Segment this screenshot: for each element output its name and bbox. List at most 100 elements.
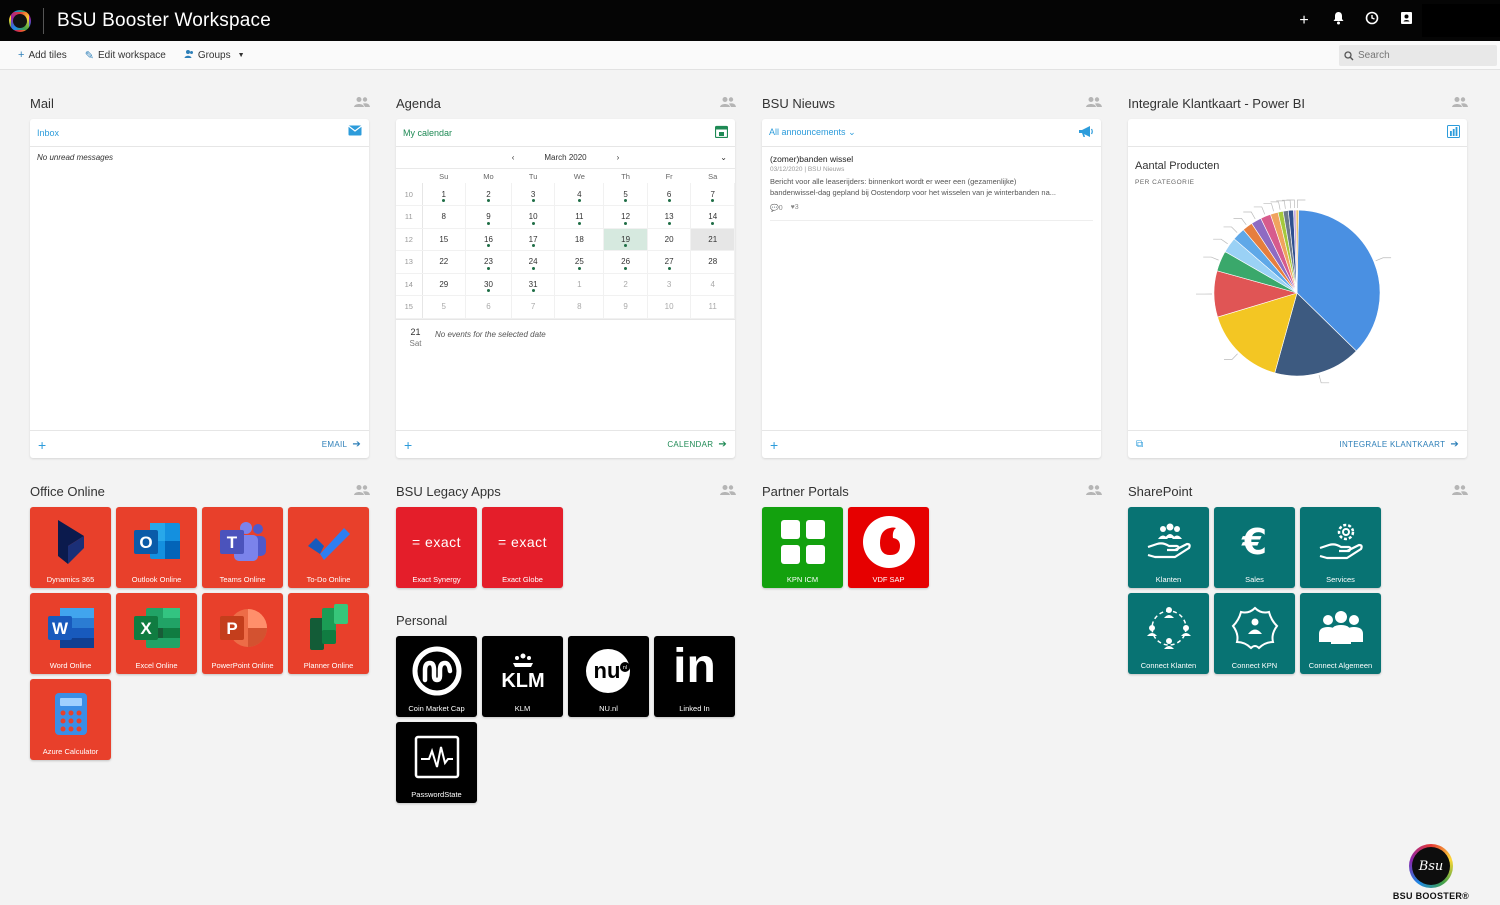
calendar-day[interactable]: 17 bbox=[511, 228, 556, 251]
calendar-day[interactable]: 4 bbox=[690, 273, 735, 296]
contact-card-icon[interactable] bbox=[1398, 11, 1414, 30]
calendar-day[interactable]: 10 bbox=[511, 205, 556, 229]
calendar-day[interactable]: 23 bbox=[465, 250, 512, 274]
calendar-day[interactable]: 13 bbox=[647, 205, 692, 229]
comments-count[interactable]: 💬0 bbox=[770, 204, 783, 212]
calendar-icon[interactable] bbox=[714, 125, 729, 141]
inbox-link[interactable]: Inbox bbox=[37, 128, 59, 138]
calendar-day[interactable]: 12 bbox=[603, 205, 648, 229]
calendar-day[interactable]: 3 bbox=[511, 183, 556, 206]
connect-kpn-tile[interactable]: Connect KPN bbox=[1214, 593, 1295, 674]
calendar-day-selected[interactable]: 21 bbox=[690, 228, 735, 251]
calendar-day[interactable]: 9 bbox=[603, 295, 648, 319]
excel-online-tile[interactable]: X Excel Online bbox=[116, 593, 197, 674]
calendar-day[interactable]: 24 bbox=[511, 250, 556, 274]
calendar-day[interactable]: 5 bbox=[422, 295, 467, 319]
calendar-day[interactable]: 22 bbox=[422, 250, 467, 274]
calendar-day[interactable]: 30 bbox=[465, 273, 512, 296]
calendar-day[interactable]: 11 bbox=[554, 205, 605, 229]
group-users-icon[interactable] bbox=[720, 96, 736, 111]
next-month-button[interactable]: › bbox=[617, 153, 620, 162]
calendar-day[interactable]: 6 bbox=[647, 183, 692, 206]
sales-tile[interactable]: € Sales bbox=[1214, 507, 1295, 588]
powerpoint-online-tile[interactable]: P PowerPoint Online bbox=[202, 593, 283, 674]
calendar-day[interactable]: 6 bbox=[465, 295, 512, 319]
coin-market-cap-tile[interactable]: Coin Market Cap bbox=[396, 636, 477, 717]
add-icon[interactable]: + bbox=[1296, 12, 1312, 30]
planner-online-tile[interactable]: Planner Online bbox=[288, 593, 369, 674]
calendar-day[interactable]: 28 bbox=[690, 250, 735, 274]
pie-chart[interactable] bbox=[1128, 197, 1467, 437]
calendar-day[interactable]: 4 bbox=[554, 183, 605, 206]
exact-globe-tile[interactable]: = exact Exact Globe bbox=[482, 507, 563, 588]
connect-klanten-tile[interactable]: Connect Klanten bbox=[1128, 593, 1209, 674]
bsu-logo-icon[interactable] bbox=[9, 9, 31, 32]
add-tiles-button[interactable]: + Add tiles bbox=[18, 49, 67, 61]
calendar-name[interactable]: My calendar bbox=[403, 128, 452, 138]
calendar-day[interactable]: 7 bbox=[511, 295, 556, 319]
external-link-icon[interactable]: ⧉ bbox=[1136, 439, 1143, 450]
calendar-day[interactable]: 29 bbox=[422, 273, 467, 296]
group-users-icon[interactable] bbox=[354, 96, 370, 111]
calendar-day[interactable]: 26 bbox=[603, 250, 648, 274]
likes-count[interactable]: ♥3 bbox=[791, 204, 799, 212]
calendar-day[interactable]: 2 bbox=[603, 273, 648, 296]
todo-online-tile[interactable]: To-Do Online bbox=[288, 507, 369, 588]
add-icon[interactable]: + bbox=[404, 437, 412, 453]
envelope-icon[interactable] bbox=[348, 125, 362, 139]
calendar-day[interactable]: 20 bbox=[647, 228, 692, 251]
klm-tile[interactable]: KLM KLM bbox=[482, 636, 563, 717]
calendar-day[interactable]: 1 bbox=[422, 183, 467, 206]
group-users-icon[interactable] bbox=[1452, 96, 1468, 111]
calendar-day[interactable]: 10 bbox=[647, 295, 692, 319]
vdf-sap-tile[interactable]: VDF SAP bbox=[848, 507, 929, 588]
teams-online-tile[interactable]: T Teams Online bbox=[202, 507, 283, 588]
calendar-day[interactable]: 27 bbox=[647, 250, 692, 274]
add-icon[interactable]: + bbox=[770, 437, 778, 453]
calendar-day[interactable]: 8 bbox=[422, 205, 467, 229]
user-profile[interactable] bbox=[1422, 4, 1500, 37]
clock-icon[interactable] bbox=[1364, 11, 1380, 30]
calendar-day[interactable]: 2 bbox=[465, 183, 512, 206]
services-tile[interactable]: Services bbox=[1300, 507, 1381, 588]
klantkaart-link[interactable]: INTEGRALE KLANTKAART ➔ bbox=[1339, 439, 1459, 450]
calendar-day[interactable]: 11 bbox=[690, 295, 735, 319]
calendar-day[interactable]: 15 bbox=[422, 228, 467, 251]
megaphone-icon[interactable] bbox=[1078, 125, 1094, 141]
passwordstate-tile[interactable]: PasswordState bbox=[396, 722, 477, 803]
word-online-tile[interactable]: W Word Online bbox=[30, 593, 111, 674]
calendar-day[interactable]: 8 bbox=[554, 295, 605, 319]
calendar-day[interactable]: 31 bbox=[511, 273, 556, 296]
calendar-day[interactable]: 5 bbox=[603, 183, 648, 206]
news-item[interactable]: (zomer)banden wissel 03/12/2020 | BSU Ni… bbox=[762, 147, 1101, 221]
calendar-link[interactable]: CALENDAR ➔ bbox=[667, 439, 727, 450]
bar-chart-icon[interactable] bbox=[1447, 125, 1460, 141]
azure-calculator-tile[interactable]: Azure Calculator bbox=[30, 679, 111, 760]
group-users-icon[interactable] bbox=[1452, 484, 1468, 499]
calendar-day-today[interactable]: 19 bbox=[603, 228, 648, 251]
news-headline[interactable]: (zomer)banden wissel bbox=[770, 154, 1093, 164]
calendar-day[interactable]: 3 bbox=[647, 273, 692, 296]
chevron-down-icon[interactable]: ⌄ bbox=[720, 153, 727, 162]
linkedin-tile[interactable]: in Linked In bbox=[654, 636, 735, 717]
calendar-day[interactable]: 16 bbox=[465, 228, 512, 251]
dynamics-365-tile[interactable]: Dynamics 365 bbox=[30, 507, 111, 588]
add-icon[interactable]: + bbox=[38, 437, 46, 453]
calendar-day[interactable]: 1 bbox=[554, 273, 605, 296]
search-box[interactable] bbox=[1339, 45, 1497, 66]
calendar-day[interactable]: 7 bbox=[690, 183, 735, 206]
calendar-day[interactable]: 14 bbox=[690, 205, 735, 229]
exact-synergy-tile[interactable]: = exact Exact Synergy bbox=[396, 507, 477, 588]
bell-icon[interactable] bbox=[1330, 11, 1346, 30]
calendar-day[interactable]: 9 bbox=[465, 205, 512, 229]
kpn-icm-tile[interactable]: KPN ICM bbox=[762, 507, 843, 588]
groups-dropdown[interactable]: Groups ▼ bbox=[184, 49, 245, 62]
calendar-day[interactable]: 25 bbox=[554, 250, 605, 274]
announcements-filter[interactable]: All announcements ⌄ bbox=[769, 127, 856, 138]
outlook-online-tile[interactable]: O Outlook Online bbox=[116, 507, 197, 588]
nu-nl-tile[interactable]: nu nl NU.nl bbox=[568, 636, 649, 717]
email-link[interactable]: EMAIL ➔ bbox=[322, 439, 361, 450]
calendar-day[interactable]: 18 bbox=[554, 228, 605, 251]
edit-workspace-button[interactable]: ✎ Edit workspace bbox=[85, 49, 166, 62]
group-users-icon[interactable] bbox=[720, 484, 736, 499]
